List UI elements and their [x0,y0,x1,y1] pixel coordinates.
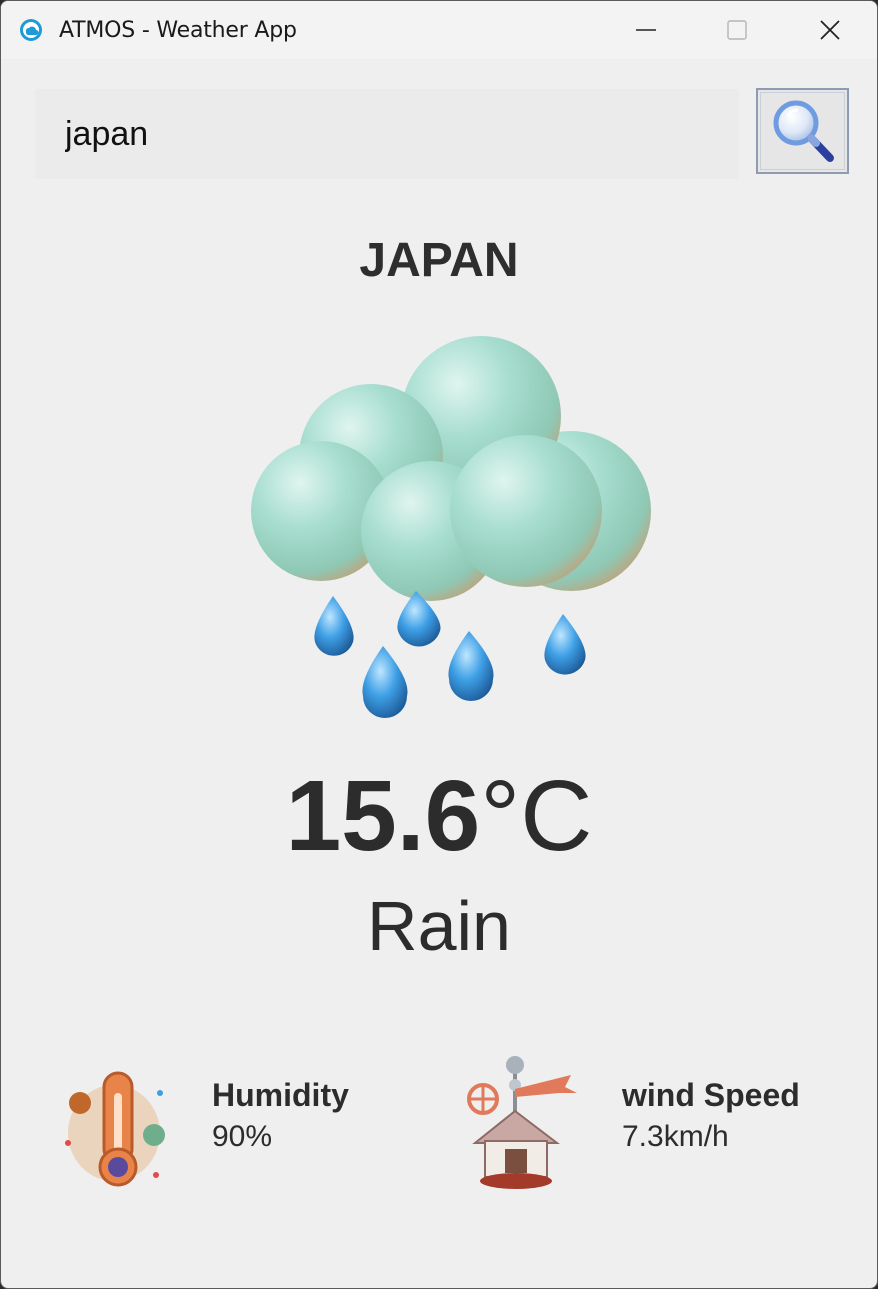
title-bar: ATMOS - Weather App [1,1,877,59]
minimize-button[interactable] [600,1,692,59]
minimize-icon [636,29,656,31]
search-input[interactable] [35,89,739,179]
humidity-label: Humidity [212,1077,349,1113]
magnifier-icon [773,100,834,162]
wind-speed-label: wind Speed [622,1077,800,1113]
thermometer-icon [56,1063,176,1193]
close-button[interactable] [784,1,876,59]
city-name: JAPAN [359,234,519,287]
maximize-icon [727,20,747,40]
window-title: ATMOS - Weather App [59,18,297,43]
weather-vane-icon [453,1053,583,1193]
temperature-display: 15.6°C [1,761,877,871]
atmos-app-icon [19,18,43,42]
weather-condition: Rain [367,887,511,965]
humidity-value: 90% [212,1120,273,1153]
rain-cloud-icon [241,326,661,726]
search-button[interactable] [756,88,849,174]
close-icon [820,20,840,40]
temperature-unit: °C [480,760,593,872]
maximize-button[interactable] [691,1,783,59]
wind-speed-value: 7.3km/h [622,1120,729,1153]
search-box [35,89,739,179]
temperature-value: 15.6 [285,760,481,872]
app-window: ATMOS - Weather App japan JAPAN 15.6°C R… [0,0,878,1289]
